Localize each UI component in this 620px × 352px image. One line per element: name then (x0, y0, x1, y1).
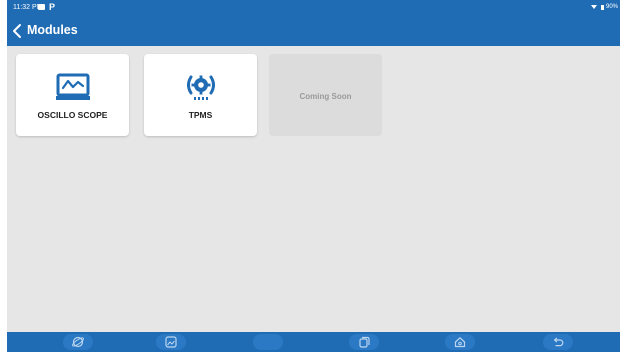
module-card-tpms[interactable]: TPMS (144, 54, 257, 136)
chevron-left-icon (13, 24, 21, 38)
recent-apps-icon (359, 336, 370, 348)
message-notification-icon (38, 4, 45, 10)
screen: 11:32 PM P 90% Modules OSCILLO SCOPE TPM… (7, 0, 620, 352)
wifi-icon (590, 5, 597, 9)
gallery-icon (165, 336, 177, 348)
parking-notification-icon: P (49, 2, 56, 12)
header: 11:32 PM P 90% Modules (7, 0, 620, 46)
tpms-icon (183, 72, 219, 107)
nav-browser-button[interactable] (63, 334, 93, 350)
nav-back-button[interactable] (543, 334, 573, 350)
status-bar: 11:32 PM P 90% (7, 0, 620, 16)
coming-soon-label: Coming Soon (299, 92, 352, 101)
oscilloscope-icon (55, 72, 91, 107)
nav-home-button[interactable] (445, 334, 475, 350)
title-bar: Modules (7, 18, 620, 44)
module-label: TPMS (188, 110, 213, 120)
nav-recent-apps-button[interactable] (349, 334, 379, 350)
page-title: Modules (27, 23, 78, 37)
nav-blank-button[interactable] (253, 334, 283, 350)
system-nav-bar (7, 332, 620, 352)
battery-icon (600, 4, 604, 10)
module-label: OSCILLO SCOPE (37, 110, 108, 120)
status-right: 90% (590, 4, 618, 10)
battery-level: 90% (605, 4, 618, 10)
nav-gallery-button[interactable] (156, 334, 186, 350)
back-icon (553, 337, 564, 347)
module-card-coming-soon: Coming Soon (269, 54, 382, 136)
back-button[interactable] (11, 22, 25, 40)
module-card-oscilloscope[interactable]: OSCILLO SCOPE (16, 54, 129, 136)
browser-icon (72, 336, 84, 348)
home-icon (454, 337, 466, 348)
